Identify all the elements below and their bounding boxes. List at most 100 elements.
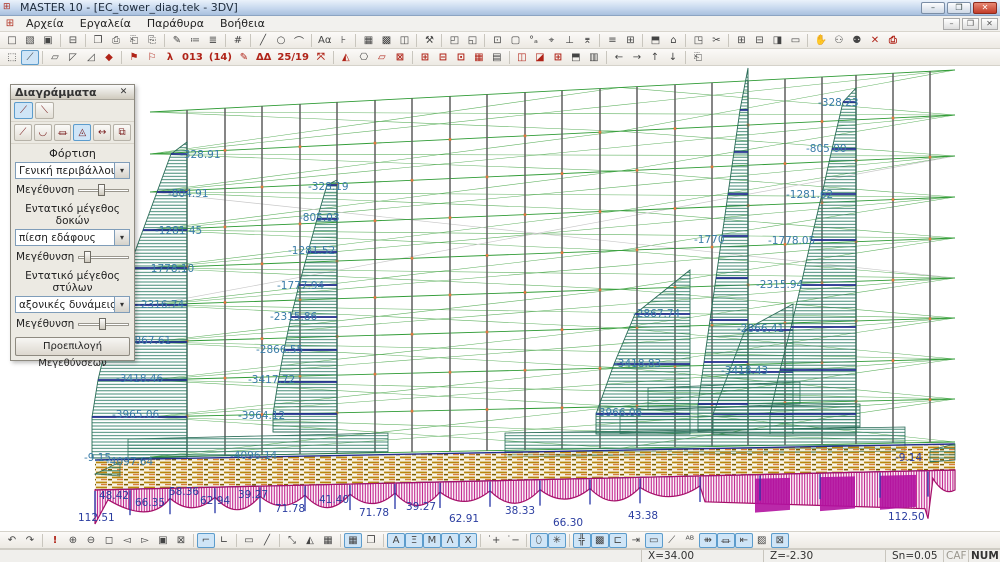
- snap-mid-icon[interactable]: ▭: [645, 533, 663, 548]
- menu-2[interactable]: Παράθυρα: [139, 16, 212, 31]
- view3d-icon[interactable]: ◳: [689, 33, 707, 48]
- walk-out-icon[interactable]: ⚉: [848, 33, 866, 48]
- nav-right-icon[interactable]: →: [628, 50, 646, 65]
- area-icon[interactable]: ◭: [301, 533, 319, 548]
- levels-icon[interactable]: ≡: [603, 33, 621, 48]
- walk-in-icon[interactable]: ⚇: [830, 33, 848, 48]
- snap-star-icon[interactable]: ✳: [548, 533, 566, 548]
- copy-icon[interactable]: ❐: [89, 33, 107, 48]
- side-view-icon[interactable]: ◨: [768, 33, 786, 48]
- angle-icon[interactable]: ∟: [215, 533, 233, 548]
- zoom-out-icon[interactable]: ⊖: [82, 533, 100, 548]
- table4-icon[interactable]: ▦: [470, 50, 488, 65]
- snap-int-icon[interactable]: ⟋: [663, 533, 681, 548]
- mode-soil-icon[interactable]: ◬: [73, 124, 91, 141]
- mdi-restore-button[interactable]: ❐: [962, 18, 979, 30]
- close-button[interactable]: ✕: [973, 2, 997, 14]
- zoom-select-icon[interactable]: ⊠: [172, 533, 190, 548]
- tri3d-icon[interactable]: ◭: [337, 50, 355, 65]
- zoom-in-icon[interactable]: ⊕: [64, 533, 82, 548]
- show-xi-icon[interactable]: Ξ: [405, 533, 423, 548]
- zoom-region-icon[interactable]: ⊡: [488, 33, 506, 48]
- support-icon[interactable]: ⊥: [560, 33, 578, 48]
- delete-icon[interactable]: ✕: [866, 33, 884, 48]
- mode-moment-icon[interactable]: ⟋: [14, 124, 32, 141]
- grid-icon[interactable]: #: [229, 33, 247, 48]
- open-file-icon[interactable]: ▧: [21, 33, 39, 48]
- list-add-icon[interactable]: ≔: [186, 33, 204, 48]
- column-force-combobox[interactable]: αξονικές δυνάμεις ▾: [15, 296, 130, 313]
- chevron-down-icon[interactable]: ▾: [114, 230, 129, 245]
- plan-view-icon[interactable]: ⊞: [732, 33, 750, 48]
- mode-shear-icon[interactable]: ◡: [34, 124, 52, 141]
- palette-title-bar[interactable]: Διαγράμματα ✕: [11, 85, 134, 100]
- col1-icon[interactable]: ◫: [513, 50, 531, 65]
- frame-edit-icon[interactable]: ▱: [46, 50, 64, 65]
- document-icon[interactable]: ⊞: [2, 18, 18, 29]
- zoom-extents-icon[interactable]: ▣: [154, 533, 172, 548]
- hatch-tool-icon[interactable]: ▩: [377, 33, 395, 48]
- nav-down-icon[interactable]: ↓: [664, 50, 682, 65]
- nav-left-icon[interactable]: ←: [610, 50, 628, 65]
- text-tool-icon[interactable]: Aα: [315, 33, 334, 48]
- table1-icon[interactable]: ⊞: [416, 50, 434, 65]
- flag2-icon[interactable]: ⚐: [143, 50, 161, 65]
- mouse-icon[interactable]: ⬯: [530, 533, 548, 548]
- axes-icon[interactable]: ⌖: [542, 33, 560, 48]
- save-file-icon[interactable]: ▣: [39, 33, 57, 48]
- delta-icon[interactable]: ΔΔ: [253, 50, 274, 65]
- ratio-icon[interactable]: 25/19: [274, 50, 311, 65]
- snap-arrow-icon[interactable]: ⇻: [699, 533, 717, 548]
- menu-1[interactable]: Εργαλεία: [72, 16, 139, 31]
- frame-corner-icon[interactable]: ◸: [64, 50, 82, 65]
- diag-measure-icon[interactable]: ⤡: [283, 533, 301, 548]
- measure-icon[interactable]: ╱: [258, 533, 276, 548]
- cube-icon[interactable]: ⎔: [355, 50, 373, 65]
- chevron-down-icon[interactable]: ▾: [114, 163, 129, 178]
- calculator-icon[interactable]: ⊞: [621, 33, 639, 48]
- print-icon[interactable]: ⎙: [107, 33, 125, 48]
- col4-icon[interactable]: ⬒: [567, 50, 585, 65]
- model-icon[interactable]: ⌂: [664, 33, 682, 48]
- snap-box-icon[interactable]: ⊠: [771, 533, 789, 548]
- frame-diag-icon[interactable]: ◿: [82, 50, 100, 65]
- beam-diagrams-icon[interactable]: ⟋: [14, 102, 33, 119]
- col5-icon[interactable]: ▥: [585, 50, 603, 65]
- plane-icon[interactable]: ▱: [373, 50, 391, 65]
- mode-axial-icon[interactable]: ⏛: [54, 124, 72, 141]
- magnification-slider-2[interactable]: [78, 250, 129, 264]
- polygon-select-icon[interactable]: ▢: [506, 33, 524, 48]
- undo-icon[interactable]: ↶: [3, 533, 21, 548]
- calc-icon[interactable]: ▦: [319, 533, 337, 548]
- zoom-prev-icon[interactable]: ◅: [118, 533, 136, 548]
- table5-icon[interactable]: ▤: [488, 50, 506, 65]
- mode-span-icon[interactable]: ↔: [93, 124, 111, 141]
- box-icon[interactable]: ⊠: [391, 50, 409, 65]
- snap-perp-icon[interactable]: ⇤: [735, 533, 753, 548]
- angle-snap-icon[interactable]: °ₐ: [524, 33, 542, 48]
- node-tool-icon[interactable]: ⊦: [334, 33, 352, 48]
- properties-icon[interactable]: ◰: [445, 33, 463, 48]
- table2-icon[interactable]: ⊟: [434, 50, 452, 65]
- mode-3d-icon[interactable]: ⧉: [113, 124, 131, 141]
- alert-icon[interactable]: !: [46, 533, 64, 548]
- dim-14-icon[interactable]: (14): [206, 50, 235, 65]
- member-tool-icon[interactable]: ◫: [395, 33, 413, 48]
- redo-icon[interactable]: ↷: [21, 533, 39, 548]
- structural-drawing[interactable]: -328.91-804.91-1281.45-1778.10-2316.74-2…: [0, 66, 1000, 531]
- snap-grid-icon[interactable]: ╬: [573, 533, 591, 548]
- copy-view-icon[interactable]: ❐: [362, 533, 380, 548]
- circle-tool-icon[interactable]: ○: [272, 33, 290, 48]
- dim-tool-icon[interactable]: ▭: [240, 533, 258, 548]
- snap-edge-icon[interactable]: ⊏: [609, 533, 627, 548]
- save-model-icon[interactable]: ◆: [100, 50, 118, 65]
- node-plus-icon[interactable]: ˙+: [484, 533, 503, 548]
- print-preview-icon[interactable]: ⎗: [125, 33, 143, 48]
- node-minus-icon[interactable]: ˙−: [503, 533, 522, 548]
- show-m-icon[interactable]: M: [423, 533, 441, 548]
- new-file-icon[interactable]: □: [3, 33, 21, 48]
- pencil-red-icon[interactable]: ✎: [235, 50, 253, 65]
- line-tool-icon[interactable]: ╱: [254, 33, 272, 48]
- move-node-icon[interactable]: ⤧: [312, 50, 330, 65]
- solid-icon[interactable]: ⬒: [646, 33, 664, 48]
